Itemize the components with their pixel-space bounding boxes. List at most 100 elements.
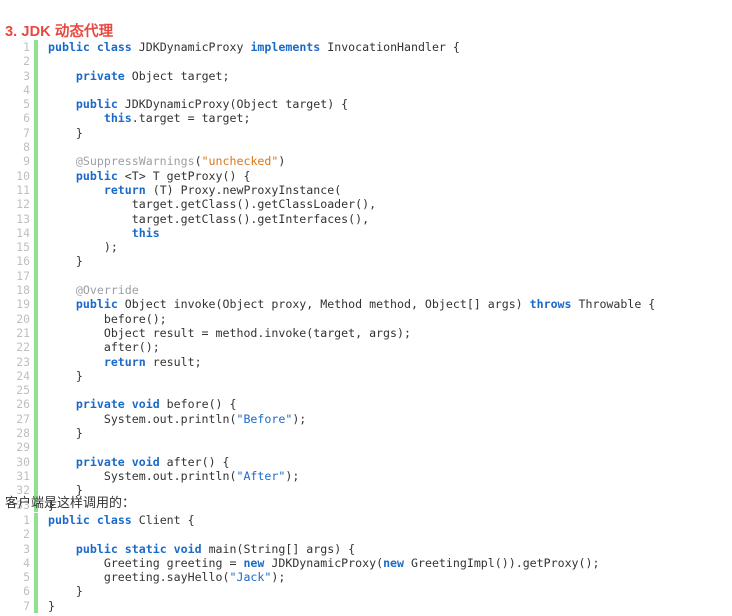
- line-number: 4: [23, 82, 30, 97]
- code-line-text: }: [48, 126, 655, 140]
- gutter-accent-bar: [34, 570, 38, 585]
- line-number: 26: [16, 397, 30, 412]
- code-line: 6 }: [0, 584, 599, 599]
- line-number: 8: [23, 140, 30, 155]
- gutter-accent-bar: [34, 325, 38, 341]
- line-number: 17: [16, 268, 30, 283]
- code-line-text: System.out.println("Before");: [48, 412, 655, 426]
- code-line-text: }: [48, 254, 655, 268]
- line-number: 6: [23, 584, 30, 599]
- code-token-key: void: [173, 541, 202, 556]
- code-token-plain: ): [278, 154, 286, 169]
- code-line-text: greeting.sayHello("Jack");: [48, 570, 599, 584]
- code-line: 1 public class Client {: [0, 513, 599, 528]
- line-number: 29: [16, 440, 30, 455]
- code-line: 18 @Override: [0, 283, 655, 298]
- code-token-key: static: [124, 541, 167, 556]
- code-token-plain: GreetingImpl()).getProxy();: [404, 555, 600, 570]
- code-token-plain: JDKDynamicProxy(: [264, 555, 384, 570]
- gutter-accent-bar: [34, 297, 38, 312]
- code-token-key: public: [75, 297, 118, 312]
- line-number: 18: [16, 283, 30, 298]
- gutter-accent-bar: [34, 555, 38, 571]
- line-number: 21: [16, 325, 30, 340]
- line-number: 20: [16, 311, 30, 326]
- gutter-accent-bar: [34, 82, 38, 98]
- code-line-text: }: [48, 483, 655, 497]
- gutter-accent-bar: [34, 240, 38, 255]
- code-line: 11 return (T) Proxy.newProxyInstance(: [0, 182, 655, 198]
- gutter-accent-bar: [34, 440, 38, 455]
- line-number: 9: [23, 154, 30, 169]
- gutter-accent-bar: [34, 125, 38, 141]
- code-line: 4 Greeting greeting = new JDKDynamicProx…: [0, 555, 600, 571]
- line-number: 28: [16, 426, 30, 441]
- code-token-key: throws: [529, 297, 572, 312]
- gutter-accent-bar: [34, 211, 38, 226]
- code-token-plain: JDKDynamicProxy(Object target) {: [117, 97, 349, 112]
- code-token-plain: (: [194, 154, 202, 169]
- code-line-text: }: [48, 599, 599, 613]
- code-token-plain: }: [48, 125, 83, 140]
- code-lines: 1 public class Client {2 3 public static v…: [0, 513, 600, 614]
- code-line: 7 }: [0, 125, 655, 141]
- code-token-plain: }: [48, 368, 83, 383]
- code-line-text: Greeting greeting = new JDKDynamicProxy(…: [48, 555, 600, 570]
- code-line: 15 );: [0, 240, 655, 255]
- code-line: 29: [0, 440, 655, 455]
- code-token-key: new: [383, 555, 405, 570]
- code-token-plain: }: [48, 254, 83, 269]
- line-number: 16: [16, 254, 30, 269]
- gutter-accent-bar: [34, 397, 38, 412]
- code-token-plain: Throwable {: [571, 297, 656, 312]
- line-number: 19: [16, 297, 30, 312]
- code-token-plain: );: [271, 570, 286, 585]
- code-line: 30 private void after() {: [0, 454, 655, 469]
- code-line-text: }: [48, 369, 655, 383]
- code-line: 19 public Object invoke(Object proxy, Me…: [0, 297, 655, 312]
- gutter-accent-bar: [34, 54, 38, 69]
- code-line: 7}: [0, 598, 599, 614]
- code-token-plain: );: [48, 240, 118, 255]
- code-line: 8: [0, 140, 655, 155]
- code-line-text: private void after() {: [48, 455, 655, 469]
- code-token-key: return: [103, 182, 146, 197]
- code-token-plain: }: [48, 426, 83, 441]
- code-line-text: public Object invoke(Object proxy, Metho…: [48, 297, 655, 311]
- gutter-accent-bar: [34, 254, 38, 269]
- code-token-plain: .target = target;: [131, 111, 251, 126]
- code-token-key: private: [75, 454, 125, 469]
- code-token-plain: System.out.println(: [48, 411, 237, 426]
- code-token-plain: target.getClass().getInterfaces(),: [48, 211, 370, 226]
- code-token-key: public: [75, 541, 118, 556]
- gutter-accent-bar: [34, 311, 38, 326]
- line-number: 10: [16, 168, 30, 183]
- code-token-str: "Jack": [229, 570, 272, 585]
- code-line: 22 after();: [0, 340, 655, 355]
- code-token-plain: JDKDynamicProxy: [131, 40, 251, 54]
- code-token-plain: (T) Proxy.newProxyInstance(: [145, 182, 342, 197]
- code-line-text: Object result = method.invoke(target, ar…: [48, 326, 655, 340]
- code-line-text: return (T) Proxy.newProxyInstance(: [48, 183, 655, 197]
- line-number: 7: [23, 598, 30, 613]
- gutter-accent-bar: [34, 225, 38, 241]
- code-block-client-usage[interactable]: 1 public class Client {2 3 public static v…: [0, 513, 600, 614]
- line-number: 3: [23, 68, 30, 83]
- code-line-text: after();: [48, 340, 655, 354]
- code-line: 20 before();: [0, 311, 655, 326]
- line-number: 6: [23, 111, 30, 126]
- code-token-anno: @Override: [75, 283, 139, 298]
- code-token-key: private: [75, 397, 125, 412]
- code-block-jdk-dynamic-proxy[interactable]: 1 public class JDKDynamicProxy implements…: [0, 40, 656, 512]
- line-number: 1: [23, 513, 30, 527]
- gutter-accent-bar: [34, 68, 38, 83]
- line-number: 24: [16, 368, 30, 383]
